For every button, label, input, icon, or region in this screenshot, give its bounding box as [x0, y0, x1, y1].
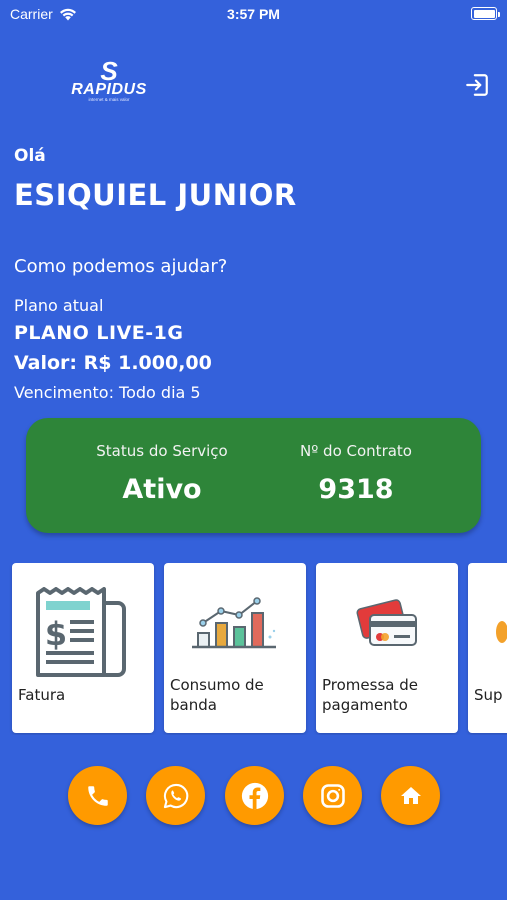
svg-text:$: $: [45, 615, 67, 653]
clock: 3:57 PM: [227, 6, 280, 22]
service-status-value: Ativo: [122, 474, 202, 505]
phone-button[interactable]: [68, 766, 127, 825]
plan-name: PLANO LIVE-1G: [14, 322, 184, 344]
svg-text:internet & mais valor: internet & mais valor: [88, 97, 130, 102]
contract-number-value: 9318: [318, 474, 394, 505]
greeting-hello: Olá: [14, 146, 46, 166]
home-icon: [400, 786, 421, 804]
svg-text:RAPIDUS: RAPIDUS: [71, 81, 147, 98]
battery-icon: [471, 7, 500, 20]
logout-button[interactable]: [462, 70, 492, 100]
support-card-label: Sup: [474, 686, 503, 704]
bandwidth-usage-card-label: Consumo de banda: [170, 676, 264, 714]
instagram-icon: [320, 783, 345, 808]
plan-value: Valor: R$ 1.000,00: [14, 352, 212, 374]
logout-icon: [466, 74, 488, 96]
support-card[interactable]: Sup: [468, 563, 507, 733]
invoice-card-label: Fatura: [18, 686, 66, 704]
help-prompt: Como podemos ajudar?: [14, 256, 228, 277]
payment-promise-card[interactable]: Promessa de pagamento: [316, 563, 458, 733]
support-icon: [496, 617, 507, 651]
facebook-button[interactable]: [225, 766, 284, 825]
contract-number-label: Nº do Contrato: [300, 442, 412, 460]
bandwidth-usage-card[interactable]: Consumo de banda: [164, 563, 306, 733]
action-cards-carousel[interactable]: $ Fatura Consumo de banda Promessa de pa…: [0, 563, 507, 735]
user-name: ESIQUIEL JUNIOR: [14, 178, 297, 212]
plan-due-date: Vencimento: Todo dia 5: [14, 383, 201, 402]
contract-number: Nº do Contrato 9318: [274, 442, 438, 505]
bar-chart-icon: [190, 593, 280, 657]
service-status-card: Status do Serviço Ativo Nº do Contrato 9…: [26, 418, 481, 533]
invoice-card[interactable]: $ Fatura: [12, 563, 154, 733]
rapidus-logo: S RAPIDUS internet & mais valor: [62, 56, 157, 103]
status-bar: Carrier 3:57 PM: [0, 0, 507, 30]
service-status: Status do Serviço Ativo: [82, 442, 242, 505]
instagram-button[interactable]: [303, 766, 362, 825]
phone-icon: [87, 785, 108, 806]
whatsapp-icon: [163, 783, 188, 808]
facebook-icon: [241, 782, 268, 809]
credit-card-icon: [356, 597, 420, 655]
home-button[interactable]: [381, 766, 440, 825]
service-status-label: Status do Serviço: [96, 442, 228, 460]
invoice-icon: $: [34, 587, 128, 683]
plan-label: Plano atual: [14, 296, 104, 315]
payment-promise-card-label: Promessa de pagamento: [322, 676, 418, 714]
whatsapp-button[interactable]: [146, 766, 205, 825]
